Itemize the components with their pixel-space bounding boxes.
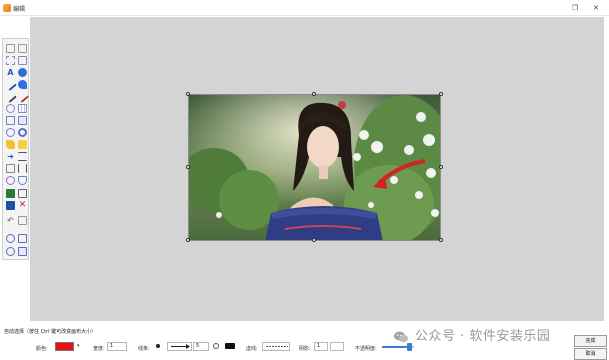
status-hint: 自动选择（按住 Ctrl 键可改变画布大小） [4, 329, 97, 335]
close-button[interactable]: ✕ [590, 2, 602, 14]
resize-handle-top-right[interactable] [439, 92, 443, 96]
copy-icon[interactable] [18, 56, 27, 65]
shadow-color-box[interactable] [330, 342, 344, 351]
left-toolbar: A ➜ ✕ ↶ [2, 38, 29, 260]
app-icon [3, 4, 11, 12]
arrow-line-icon [171, 344, 190, 349]
watermark: 公众号 · 软件安装乐园 [393, 326, 589, 348]
blue-pen-icon[interactable] [18, 80, 27, 89]
edited-photo[interactable] [188, 94, 441, 241]
watermark-text: 公众号 · 软件安装乐园 [415, 329, 551, 344]
expand-icon[interactable] [18, 234, 27, 243]
undo-icon[interactable] [18, 44, 27, 53]
dashed-line-icon [266, 346, 288, 347]
shield-icon[interactable] [18, 176, 27, 185]
lasso-icon[interactable] [6, 104, 15, 113]
settings-icon[interactable] [18, 128, 27, 137]
window-title: 编辑 [13, 6, 26, 13]
brush-icon[interactable] [4, 90, 17, 103]
rectangle-icon[interactable] [6, 116, 15, 125]
line-size-input[interactable]: 5 [193, 342, 209, 351]
image-icon[interactable] [6, 189, 15, 198]
color-swatch[interactable] [55, 342, 74, 351]
menu-icon[interactable] [18, 152, 27, 161]
arrow-icon[interactable]: ➜ [6, 152, 15, 161]
line-radio-option[interactable] [213, 343, 219, 349]
color-dropdown-icon[interactable]: ▾ [77, 343, 80, 349]
pointer-icon[interactable] [6, 44, 15, 53]
wechat-icon [394, 331, 408, 343]
select-rect-icon[interactable] [6, 56, 15, 65]
highlighter-icon[interactable] [6, 140, 15, 149]
border-style-select[interactable] [262, 342, 290, 351]
bubble-icon[interactable] [6, 176, 15, 185]
opacity-label: 不透明度: [355, 346, 377, 352]
text-box-icon[interactable] [6, 164, 15, 173]
rotate-icon[interactable]: ↶ [6, 216, 15, 225]
width-label: 宽度: [93, 346, 105, 352]
color-label: 颜色: [36, 346, 48, 352]
grid-icon[interactable] [18, 104, 27, 113]
pencil-icon[interactable] [4, 78, 17, 91]
zoom-out-icon[interactable] [6, 247, 15, 256]
resize-handle-left[interactable] [186, 165, 190, 169]
zoom-in-icon[interactable] [6, 234, 15, 243]
photo-artwork [189, 95, 440, 240]
circle-icon[interactable] [6, 128, 15, 137]
restore-button[interactable]: ❐ [569, 2, 581, 14]
resize-handle-top-left[interactable] [186, 92, 190, 96]
cancel-button[interactable]: 取消 [574, 348, 607, 360]
layer-icon[interactable] [6, 201, 15, 210]
line-style-select[interactable] [167, 342, 192, 351]
resize-handle-right[interactable] [439, 165, 443, 169]
fit-icon[interactable] [18, 247, 27, 256]
numbered-list-icon[interactable] [18, 164, 27, 173]
line-color-toggle[interactable] [225, 343, 235, 349]
resize-handle-bottom[interactable] [312, 238, 316, 242]
table-icon[interactable] [18, 116, 27, 125]
width-input[interactable]: 1 [107, 342, 127, 351]
title-bar: 编辑 ❐ ✕ [0, 0, 609, 16]
border-label: 虚线: [246, 346, 258, 352]
line-dot-icon [156, 344, 160, 348]
shadow-input[interactable]: 1 [314, 342, 328, 351]
flip-icon[interactable] [18, 216, 27, 225]
delete-icon[interactable]: ✕ [18, 201, 27, 210]
pen-icon[interactable] [16, 90, 29, 103]
shadow-label: 阴影: [299, 346, 311, 352]
resize-handle-top[interactable] [312, 92, 316, 96]
resize-handle-bottom-left[interactable] [186, 238, 190, 242]
yellow-marker-icon[interactable] [18, 140, 27, 149]
resize-handle-bottom-right[interactable] [439, 238, 443, 242]
info-icon[interactable] [18, 68, 27, 77]
crop-icon[interactable] [18, 189, 27, 198]
text-icon[interactable]: A [6, 68, 15, 77]
line-label: 线条: [138, 346, 150, 352]
